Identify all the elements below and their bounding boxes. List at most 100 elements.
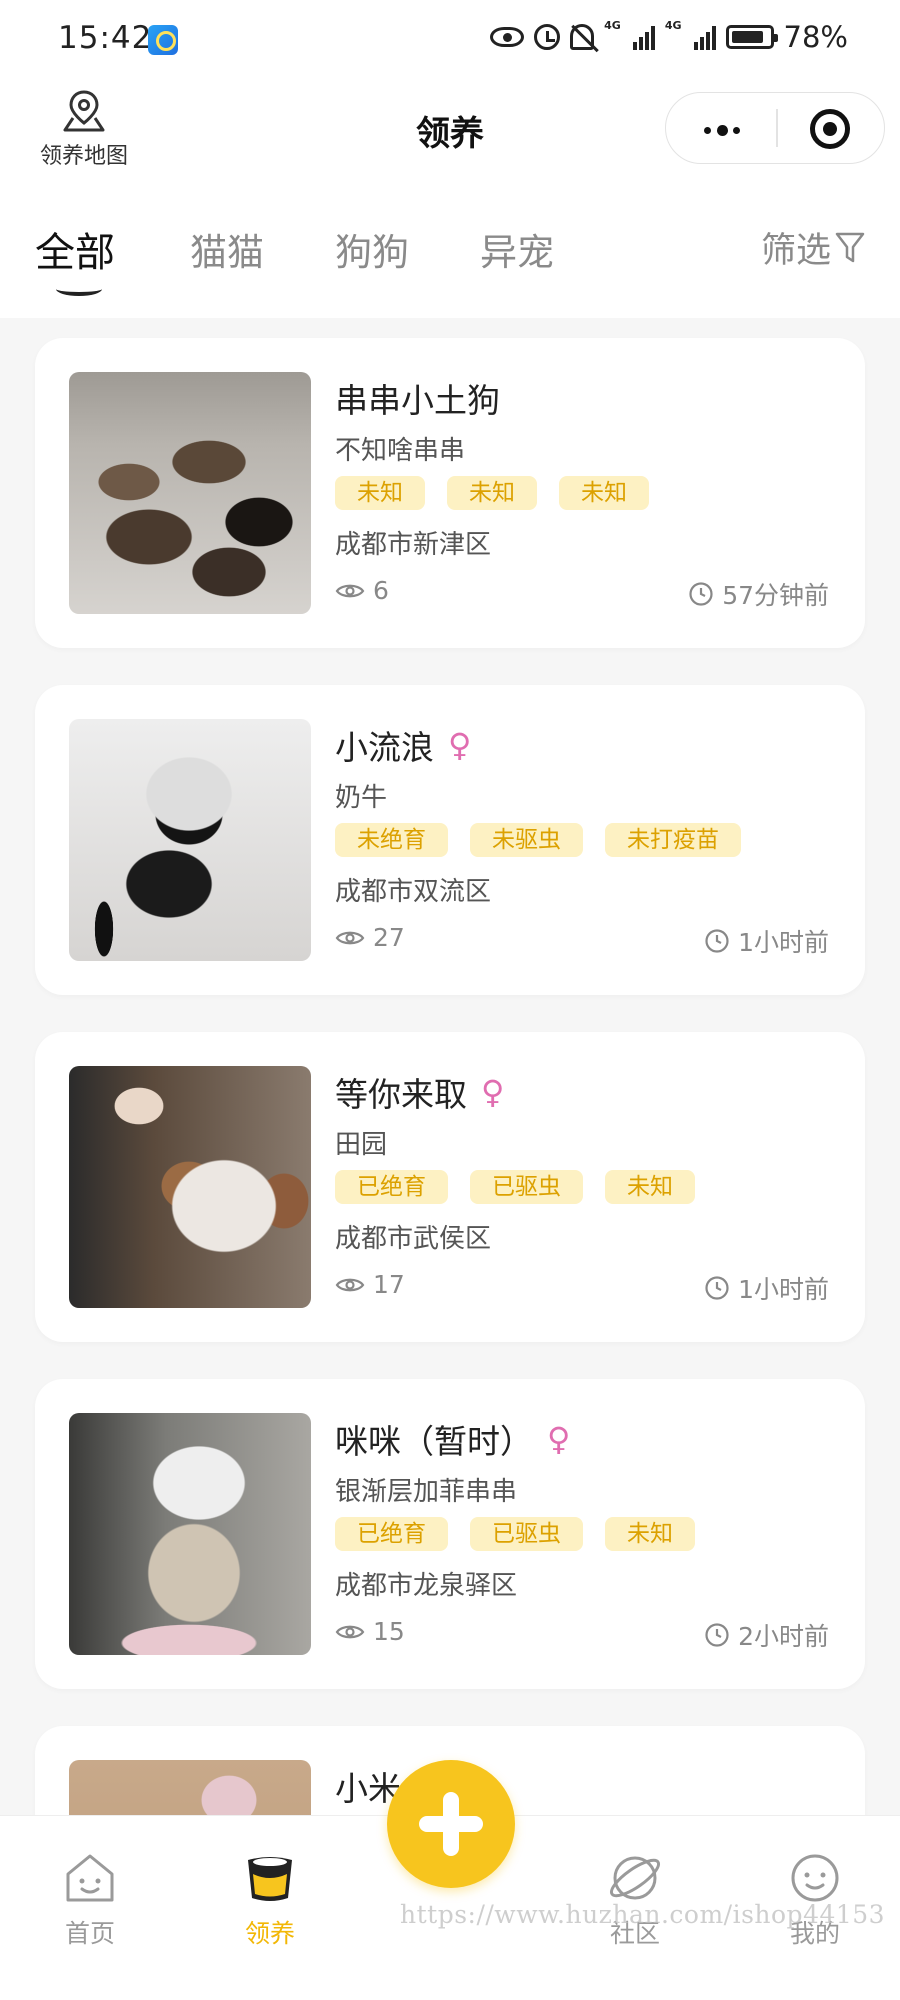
pet-tag: 未知: [605, 1517, 695, 1551]
pet-photo: [69, 1413, 311, 1655]
pet-photo: [69, 372, 311, 614]
pet-name-row: 等你来取 ♀: [335, 1068, 504, 1116]
tabbar-adopt[interactable]: 领养: [215, 1848, 325, 1950]
capsule-divider: [776, 109, 778, 147]
filter-label: 筛选: [760, 231, 831, 271]
publish-add-button[interactable]: [387, 1760, 515, 1888]
pet-views: 6: [335, 576, 389, 605]
eye-icon: [335, 584, 365, 597]
post-time-text: 1小时前: [738, 928, 829, 957]
clock-icon: [705, 1623, 729, 1647]
pet-tag: 已驱虫: [470, 1517, 583, 1551]
tab-all[interactable]: 全部: [35, 220, 115, 278]
status-icons: 4G 4G 78%: [490, 20, 848, 54]
filter-button[interactable]: 筛选: [761, 222, 865, 273]
active-tab-indicator: [56, 282, 102, 296]
view-count: 27: [373, 923, 405, 952]
pet-location: 成都市龙泉驿区: [335, 1571, 518, 1601]
tab-exotic-pets[interactable]: 异宠: [480, 222, 554, 276]
tabbar-mine[interactable]: 我的: [760, 1848, 870, 1950]
pet-photo: [69, 719, 311, 961]
eye-icon: [335, 931, 365, 944]
pet-name: 串串小土狗: [335, 381, 500, 420]
pet-tag: 已绝育: [335, 1517, 448, 1551]
pet-card[interactable]: 咪咪（暂时） ♀ 银渐层加菲串串 已绝育 已驱虫 未知 成都市龙泉驿区 15 2…: [35, 1379, 865, 1689]
network-type: 4G: [604, 19, 621, 32]
female-gender-icon: ♀: [547, 1420, 571, 1458]
pet-breed: 不知啥串串: [335, 436, 466, 466]
pet-tags: 未知 未知 未知: [335, 476, 649, 510]
pet-breed: 田园: [335, 1130, 388, 1160]
pet-post-time: 1小时前: [704, 1270, 829, 1306]
adopt-bowl-icon: [248, 1857, 292, 1901]
female-gender-icon: ♀: [448, 726, 472, 764]
pet-card[interactable]: 串串小土狗 不知啥串串 未知 未知 未知 成都市新津区 6 57分钟前: [35, 338, 865, 648]
home-icon: [66, 1854, 114, 1902]
pet-tag: 已绝育: [335, 1170, 448, 1204]
clock-icon: [689, 582, 713, 606]
view-count: 6: [373, 576, 389, 605]
pet-tag: 未驱虫: [470, 823, 583, 857]
tabbar-home-label: 首页: [64, 1919, 115, 1948]
pet-tag: 未知: [559, 476, 649, 510]
tabbar-adopt-label: 领养: [244, 1919, 295, 1948]
mute-bell-icon: [570, 24, 595, 50]
pet-views: 17: [335, 1270, 405, 1299]
pet-location: 成都市双流区: [335, 877, 492, 907]
pet-name-row: 串串小土狗: [335, 374, 500, 422]
app-notification-icon: [148, 25, 178, 55]
pet-post-time: 2小时前: [704, 1617, 829, 1653]
filter-funnel-icon: [835, 232, 865, 262]
pet-location: 成都市武侯区: [335, 1224, 492, 1254]
pet-card[interactable]: 小流浪 ♀ 奶牛 未绝育 未驱虫 未打疫苗 成都市双流区 27 1小时前: [35, 685, 865, 995]
nav-header: 领养地图 领养: [0, 80, 900, 180]
tab-cats[interactable]: 猫猫: [190, 222, 264, 276]
network-type-2: 4G: [664, 19, 682, 32]
pet-name-row: 小流浪 ♀: [335, 721, 471, 769]
battery-percent: 78%: [783, 20, 848, 54]
signal-icon: [632, 24, 655, 50]
pet-tag: 未打疫苗: [605, 823, 741, 857]
pet-tag: 已驱虫: [470, 1170, 583, 1204]
alarm-icon: [534, 24, 561, 50]
status-bar: 15:42 4G 4G 78%: [0, 0, 900, 80]
pet-photo: [69, 1066, 311, 1308]
pet-tag: 未知: [335, 476, 425, 510]
pet-tags: 已绝育 已驱虫 未知: [335, 1517, 695, 1551]
view-count: 17: [373, 1270, 405, 1299]
pet-breed: 奶牛: [335, 783, 388, 813]
pet-name-row: 咪咪（暂时） ♀: [335, 1415, 570, 1463]
tabbar-community[interactable]: 社区: [580, 1848, 690, 1950]
pet-tags: 已绝育 已驱虫 未知: [335, 1170, 695, 1204]
tab-dogs[interactable]: 狗狗: [335, 222, 409, 276]
post-time-text: 1小时前: [738, 1275, 829, 1304]
battery-icon: [725, 25, 778, 49]
close-miniprogram-button[interactable]: [810, 109, 850, 149]
status-time: 15:42: [58, 20, 153, 56]
view-count: 15: [373, 1617, 405, 1646]
pet-post-time: 57分钟前: [688, 576, 829, 612]
pet-tag: 未知: [605, 1170, 695, 1204]
more-menu-button[interactable]: [666, 93, 776, 163]
pet-card[interactable]: 等你来取 ♀ 田园 已绝育 已驱虫 未知 成都市武侯区 17 1小时前: [35, 1032, 865, 1342]
tabbar-home[interactable]: 首页: [35, 1848, 145, 1950]
watermark-text: https://www.huzhan.com/ishop44153: [400, 1900, 886, 1929]
clock-icon: [705, 929, 729, 953]
pet-name: 小流浪: [335, 728, 434, 767]
category-tabs: 全部 猫猫 狗狗 异宠 筛选: [0, 222, 900, 302]
planet-icon: [609, 1856, 661, 1900]
eye-icon: [335, 1278, 365, 1291]
eye-icon: [335, 1625, 365, 1638]
pet-location: 成都市新津区: [335, 530, 492, 560]
pet-tags: 未绝育 未驱虫 未打疫苗: [335, 823, 741, 857]
pet-breed: 银渐层加菲串串: [335, 1477, 518, 1507]
pet-views: 27: [335, 923, 405, 952]
profile-face-icon: [791, 1854, 839, 1902]
pet-name: 等你来取: [335, 1075, 467, 1114]
post-time-text: 57分钟前: [722, 581, 829, 610]
post-time-text: 2小时前: [738, 1622, 829, 1651]
miniprogram-capsule: [665, 92, 885, 164]
pet-name: 咪咪（暂时）: [335, 1422, 533, 1461]
clock-icon: [705, 1276, 729, 1300]
pet-post-time: 1小时前: [704, 923, 829, 959]
